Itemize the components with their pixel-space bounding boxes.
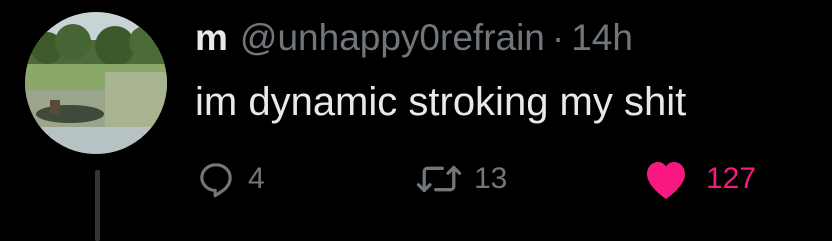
avatar-image: [25, 12, 167, 154]
retweet-count: 13: [474, 162, 508, 195]
heart-filled-icon: [647, 162, 685, 199]
tweet-text: im dynamic stroking my shit: [195, 80, 687, 124]
reply-count: 4: [248, 162, 265, 195]
tweet[interactable]: m @unhappy0refrain · 14h im dynamic stro…: [0, 0, 832, 241]
retweet-arrows-icon: [416, 165, 462, 193]
separator-dot: ·: [551, 17, 565, 58]
display-name[interactable]: m: [195, 14, 228, 62]
tweet-header: m @unhappy0refrain · 14h: [195, 14, 633, 62]
retweet-button[interactable]: 13: [416, 157, 507, 201]
timestamp[interactable]: 14h: [571, 14, 633, 62]
like-button[interactable]: 127: [640, 157, 756, 201]
user-handle[interactable]: @unhappy0refrain: [240, 14, 545, 62]
avatar[interactable]: [25, 12, 167, 154]
reply-button[interactable]: 4: [196, 157, 265, 201]
speech-bubble-icon: [200, 163, 232, 198]
like-count: 127: [706, 162, 757, 195]
thread-line: [95, 170, 100, 241]
